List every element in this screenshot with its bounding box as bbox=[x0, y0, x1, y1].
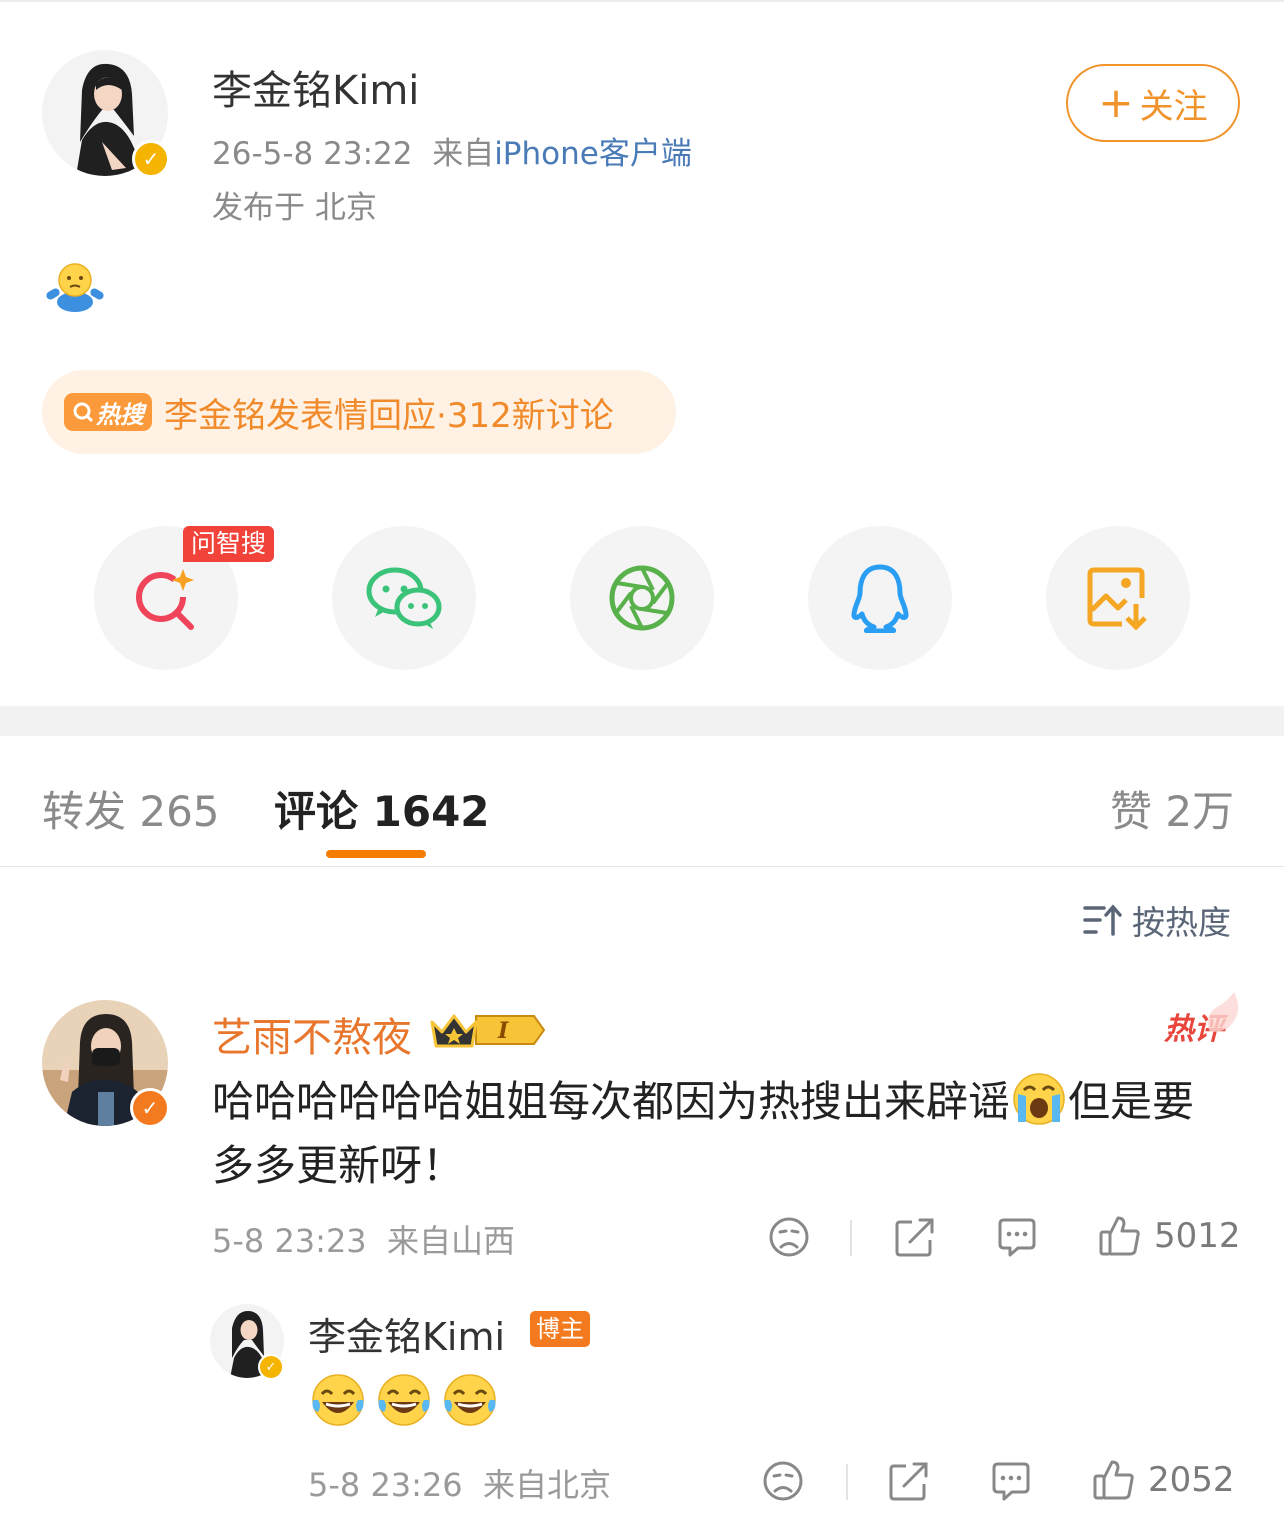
active-tab-indicator bbox=[326, 850, 426, 858]
post-meta: 26-5-8 23:22 来自iPhone客户端 bbox=[212, 128, 692, 173]
comment-like-count: 5012 bbox=[1154, 1216, 1241, 1256]
top-divider bbox=[0, 0, 1284, 2]
section-divider bbox=[0, 706, 1284, 736]
wechat-icon bbox=[366, 567, 442, 629]
crown-level-badge: I bbox=[430, 1010, 546, 1050]
shrug-emoji-icon bbox=[44, 262, 106, 314]
crying-emoji-icon bbox=[1010, 1072, 1068, 1126]
comment-location: 来自山西 bbox=[387, 1222, 516, 1260]
post-source-prefix: 来自 bbox=[432, 136, 495, 172]
tab-repost[interactable]: 转发 265 bbox=[42, 778, 220, 839]
ask-badge: 问智搜 bbox=[183, 526, 275, 562]
follow-label: 关注 bbox=[1139, 86, 1208, 127]
comment-text-part1: 哈哈哈哈哈哈姐姐每次都因为热搜出来辟谣 bbox=[212, 1077, 1011, 1126]
verified-badge-icon: ✓ bbox=[130, 1088, 170, 1128]
action-separator bbox=[846, 1464, 848, 1500]
moments-share-button[interactable] bbox=[570, 526, 714, 670]
share-icon bbox=[889, 1462, 928, 1501]
plus-icon: + bbox=[1098, 78, 1134, 127]
dislike-button[interactable] bbox=[768, 1216, 810, 1262]
search-icon bbox=[73, 402, 94, 423]
hot-search-tag: 热搜 bbox=[64, 393, 152, 431]
blogger-badge: 博主 bbox=[530, 1311, 590, 1347]
comment-icon bbox=[998, 1218, 1036, 1257]
post-location: 发布于 北京 bbox=[212, 190, 377, 226]
post-time: 26-5-8 23:22 bbox=[212, 136, 413, 172]
bottom-fade bbox=[0, 1500, 1284, 1533]
share-icon bbox=[895, 1218, 934, 1257]
moments-icon bbox=[609, 565, 675, 631]
comment-meta: 5-8 23:23 来自山西 bbox=[212, 1216, 515, 1262]
verified-badge-icon: ✓ bbox=[132, 140, 170, 178]
reply-author-name[interactable]: 李金铭Kimi bbox=[308, 1306, 505, 1361]
follow-button[interactable]: + 关注 bbox=[1066, 64, 1240, 142]
comment-time: 5-8 23:23 bbox=[212, 1222, 367, 1260]
sad-face-icon bbox=[763, 1461, 803, 1501]
thumbs-up-icon bbox=[1093, 1460, 1134, 1500]
sort-by-heat-button[interactable]: 按热度 bbox=[1082, 896, 1231, 944]
post-source-client[interactable]: iPhone客户端 bbox=[494, 136, 692, 172]
tab-likes[interactable]: 赞 2万 bbox=[1110, 778, 1234, 839]
reply-like-button[interactable]: 2052 bbox=[1092, 1458, 1235, 1502]
laughing-tears-emoji-icon bbox=[444, 1374, 496, 1426]
hot-search-text: 李金铭发表情回应·312新讨论 bbox=[164, 395, 614, 436]
hot-search-pill[interactable]: 热搜 李金铭发表情回应·312新讨论 bbox=[42, 370, 676, 454]
flame-decoration-icon bbox=[1200, 992, 1244, 1034]
qq-icon bbox=[851, 564, 909, 633]
thumbs-up-icon bbox=[1099, 1216, 1140, 1256]
commenter-name[interactable]: 艺雨不熬夜 bbox=[212, 1005, 412, 1063]
action-separator bbox=[850, 1220, 852, 1256]
tab-comments[interactable]: 评论 1642 bbox=[274, 778, 490, 839]
ai-search-icon bbox=[136, 569, 194, 630]
tabs-divider bbox=[0, 866, 1284, 867]
level-text: I bbox=[497, 1018, 509, 1044]
comment-text: 哈哈哈哈哈哈姐姐每次都因为热搜出来辟谣 但是要多多更新呀！ bbox=[212, 1070, 1232, 1198]
reply-content bbox=[310, 1372, 498, 1428]
verified-badge-icon: ✓ bbox=[258, 1354, 284, 1380]
reply-comment-button[interactable] bbox=[996, 1216, 1038, 1262]
laughing-tears-emoji-icon bbox=[312, 1374, 364, 1426]
qq-share-button[interactable] bbox=[808, 526, 952, 670]
sad-face-icon bbox=[769, 1217, 809, 1257]
reply-like-count: 2052 bbox=[1148, 1460, 1235, 1500]
comment-icon bbox=[992, 1462, 1030, 1501]
like-comment-button[interactable]: 5012 bbox=[1098, 1214, 1241, 1258]
author-name[interactable]: 李金铭Kimi bbox=[212, 58, 419, 116]
sort-label: 按热度 bbox=[1132, 903, 1231, 942]
share-comment-button[interactable] bbox=[894, 1216, 936, 1262]
save-image-icon bbox=[1087, 567, 1147, 630]
sort-icon bbox=[1083, 904, 1122, 936]
wechat-share-button[interactable] bbox=[332, 526, 476, 670]
save-image-button[interactable] bbox=[1046, 526, 1190, 670]
reply-location: 来自北京 bbox=[483, 1466, 612, 1504]
hot-search-tag-label: 热搜 bbox=[96, 400, 144, 429]
reply-time: 5-8 23:26 bbox=[308, 1466, 463, 1504]
laughing-tears-emoji-icon bbox=[378, 1374, 430, 1426]
